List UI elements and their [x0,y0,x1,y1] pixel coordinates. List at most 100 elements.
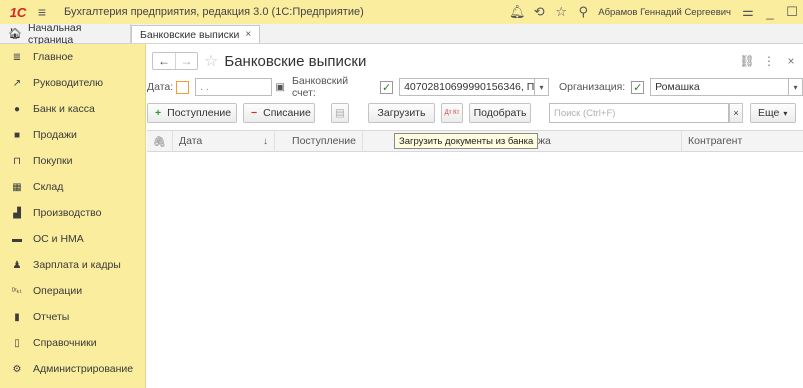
bell-icon[interactable]: 🔔︎ [506,0,528,24]
sidebar-item-salary[interactable]: ♟ Зарплата и кадры [0,252,145,278]
tab-bank-statements[interactable]: Банковские выписки × [131,25,261,43]
gear-icon: ⚙ [12,363,22,375]
sidebar-item-label: Зарплата и кадры [33,259,121,271]
column-receipt[interactable]: Поступление [275,130,363,152]
select-button[interactable]: Подобрать [469,103,531,123]
home-icon: 🏠︎ [8,28,22,40]
history-icon[interactable]: ⟲ [528,0,550,24]
account-label: Банковский счет: [292,75,349,99]
cart-icon: ⊓ [13,155,21,167]
more-label: Еще [758,107,780,119]
link-icon[interactable]: ⛓ [739,54,755,68]
sidebar-item-label: Банк и касса [33,103,95,115]
trend-icon: ↗ [12,77,22,89]
coin-icon: ● [13,103,21,115]
page-title: Банковские выписки [224,52,367,70]
dt-kt-icon: ᴰᵗₖₜ [12,288,22,295]
back-arrow-icon[interactable]: ← [153,53,175,69]
title-bar: 1С ≡ Бухгалтерия предприятия, редакция 3… [0,0,803,24]
open-tabs-bar: 🏠︎ Начальная страница Банковские выписки… [0,21,803,46]
sidebar-item-label: Главное [33,51,74,63]
calendar-icon[interactable]: ▣ [276,82,285,93]
tooltip: Загрузить документы из банка [394,133,539,149]
sidebar-item-label: Покупки [33,155,73,167]
column-date[interactable]: Дата ↓ [173,130,275,152]
minimize-icon[interactable]: _ [759,0,781,24]
sidebar-item-admin[interactable]: ⚙ Администрирование [0,356,145,382]
column-counterparty[interactable]: Контрагент [682,130,803,152]
close-form-icon[interactable]: × [783,54,799,68]
org-field[interactable]: Ромашка [650,78,790,96]
sidebar-item-fixed-assets[interactable]: ▬ ОС и НМА [0,226,145,252]
person-icon: ♟ [12,259,22,271]
tab-bank-statements-label: Банковские выписки [140,28,240,41]
date-label: Дата: [147,81,174,93]
book-icon: ▯ [14,337,20,349]
sidebar-item-main[interactable]: ≣ Главное [0,44,145,70]
org-dropdown-icon[interactable]: ▾ [789,78,803,96]
tab-home-label: Начальная страница [27,21,82,46]
sidebar-item-label: Склад [33,181,64,193]
sidebar-item-manager[interactable]: ↗ Руководителю [0,70,145,96]
star-icon[interactable]: ☆ [550,0,572,24]
sidebar-item-label: Отчеты [33,311,70,323]
add-writeoff-button[interactable]: − Списание [243,103,315,123]
form-area: ← → ☆ Банковские выписки ⛓ ⋮ × Дата: . .… [147,44,803,388]
more-vertical-icon[interactable]: ⋮ [761,54,777,68]
sidebar: ≣ Главное ↗ Руководителю ● Банк и касса ■ Пр… [0,44,146,388]
load-button[interactable]: Загрузить [368,103,435,123]
sidebar-item-label: Продажи [33,129,77,141]
main-menu-icon[interactable]: ≡ [32,0,52,24]
grid-icon: ▦ [12,181,22,193]
sidebar-item-operations[interactable]: ᴰᵗₖₜ Операции [0,278,145,304]
sidebar-item-label: Руководителю [33,77,104,89]
column-date-label: Дата [179,135,203,147]
logo: 1С [9,4,27,20]
settings-menu-icon[interactable]: ⚌ [737,0,759,24]
minus-icon: − [251,107,258,119]
sidebar-item-catalogs[interactable]: ▯ Справочники [0,330,145,356]
sidebar-item-production[interactable]: ▟ Производство [0,200,145,226]
org-checkbox[interactable]: ✓ [631,80,645,94]
search-input[interactable]: Поиск (Ctrl+F) [549,103,729,123]
sidebar-item-bank[interactable]: ● Банк и касса [0,96,145,122]
date-field[interactable]: . . [195,78,272,96]
sort-arrow-icon: ↓ [263,135,268,147]
bag-icon: ■ [13,129,21,141]
favorite-star-icon[interactable]: ☆ [204,51,218,71]
search-icon[interactable]: ⚲ [572,0,594,24]
truck-icon: ▬ [12,233,22,245]
sidebar-item-label: Справочники [33,337,97,349]
app-title: Бухгалтерия предприятия, редакция 3.0 (1… [64,6,364,18]
close-icon[interactable]: × [245,29,251,40]
org-label: Организация: [558,81,626,93]
menu-lines-icon: ≣ [12,51,22,63]
add-receipt-label: Поступление [167,107,232,119]
bar-chart-icon: ▮ [14,311,20,323]
sidebar-item-label: ОС и НМА [33,233,84,245]
sidebar-item-purchases[interactable]: ⊓ Покупки [0,148,145,174]
print-icon[interactable]: ▤ [331,103,349,123]
user-name[interactable]: Абрамов Геннадий Сергеевич [598,7,731,18]
date-checkbox[interactable] [176,80,190,94]
sidebar-item-label: Операции [33,285,83,297]
sidebar-item-reports[interactable]: ▮ Отчеты [0,304,145,330]
add-receipt-button[interactable]: + Поступление [147,103,237,123]
chevron-down-icon: ▾ [783,108,788,118]
account-checkbox[interactable]: ✓ [380,80,394,94]
sidebar-item-sales[interactable]: ■ Продажи [0,122,145,148]
account-field[interactable]: 40702810699990156346, ПАО СБ [399,78,536,96]
add-writeoff-label: Списание [263,107,311,119]
sidebar-item-label: Производство [33,207,102,219]
forward-arrow-icon[interactable]: → [175,53,197,69]
sidebar-item-warehouse[interactable]: ▦ Склад [0,174,145,200]
account-dropdown-icon[interactable]: ▾ [535,78,549,96]
dt-kt-button-icon[interactable]: Дт Кт [441,103,463,123]
sidebar-item-label: Администрирование [33,363,134,375]
factory-icon: ▟ [13,207,21,219]
attachment-icon[interactable]: 🖇︎ [147,130,173,152]
tab-home[interactable]: 🏠︎ Начальная страница [0,21,131,46]
maximize-icon[interactable]: ☐ [781,0,803,24]
more-button[interactable]: Еще ▾ [750,103,796,123]
clear-search-icon[interactable]: × [729,103,743,123]
